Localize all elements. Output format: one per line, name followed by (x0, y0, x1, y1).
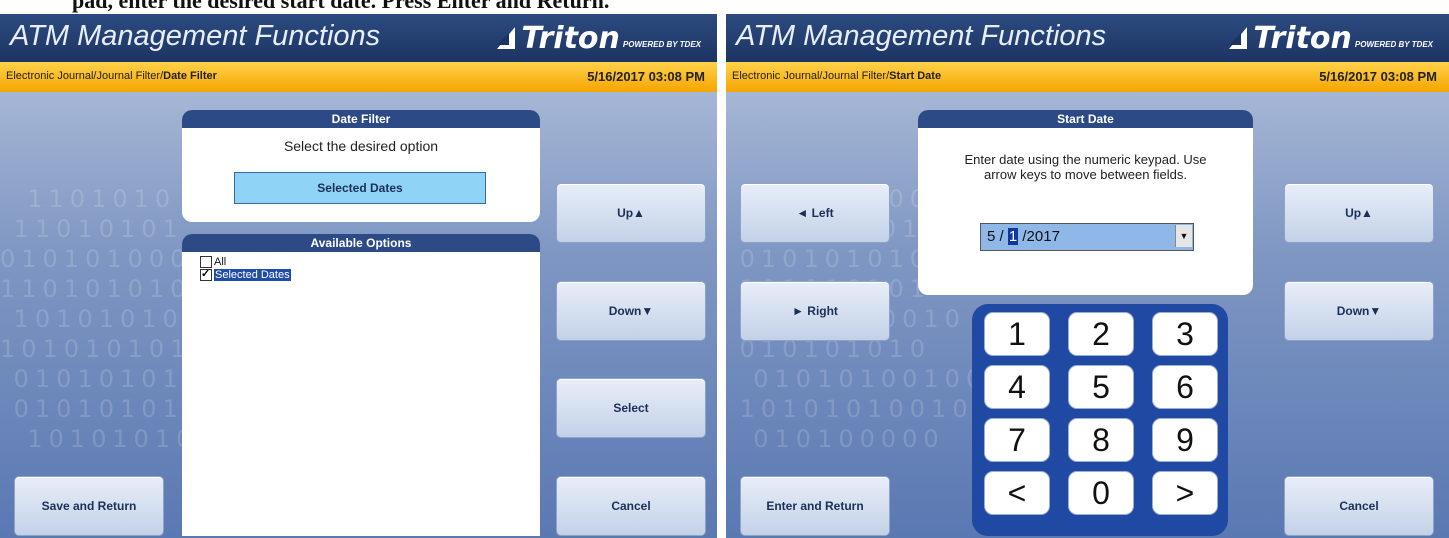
down-button[interactable]: Down▼ (1284, 281, 1434, 341)
date-day-active[interactable]: 1 (1007, 228, 1019, 245)
option-all-label: All (214, 256, 227, 268)
checkbox-selected-dates[interactable] (200, 267, 212, 281)
panel-prompt: Select the desired option (283, 138, 439, 154)
options-header: Available Options (182, 234, 540, 252)
triton-logo: Triton POWERED BY TDEX (495, 20, 701, 56)
triton-logo: Triton POWERED BY TDEX (1227, 20, 1433, 56)
breadcrumb: Electronic Journal/Journal Filter/Date F… (6, 70, 217, 82)
date-value: 5 / 1 /2017 (987, 228, 1060, 245)
selected-option-display[interactable]: Selected Dates (234, 172, 486, 204)
breadcrumb-current: Start Date (889, 70, 942, 82)
title-bar: ATM Management Functions Triton POWERED … (726, 14, 1449, 62)
triton-sail-icon (1229, 27, 1248, 49)
key-back[interactable]: < (984, 471, 1050, 515)
numeric-keypad: 1 2 3 4 5 6 7 8 9 < 0 > (972, 304, 1228, 536)
key-6[interactable]: 6 (1152, 365, 1218, 409)
breadcrumb-current: Date Filter (163, 70, 217, 82)
save-and-return-button[interactable]: Save and Return (14, 476, 164, 536)
key-0[interactable]: 0 (1068, 471, 1134, 515)
cancel-button[interactable]: Cancel (556, 476, 706, 536)
logo-powered-by: POWERED BY TDEX (622, 39, 701, 49)
breadcrumb-path: Electronic Journal/Journal Filter/ (732, 70, 890, 82)
breadcrumb-bar: Electronic Journal/Journal Filter/Start … (726, 62, 1449, 92)
start-date-panel: Start Date Enter date using the numeric … (918, 110, 1253, 295)
key-8[interactable]: 8 (1068, 418, 1134, 462)
start-date-field[interactable]: 5 / 1 /2017 ▼ (980, 223, 1194, 251)
key-5[interactable]: 5 (1068, 365, 1134, 409)
option-selected-dates[interactable]: Selected Dates (200, 267, 291, 281)
date-filter-panel: Date Filter Select the desired option Se… (182, 110, 540, 222)
page-title: ATM Management Functions (736, 20, 1107, 52)
key-4[interactable]: 4 (984, 365, 1050, 409)
up-button[interactable]: Up▲ (1284, 183, 1434, 243)
panel-header: Start Date (918, 110, 1253, 128)
date-time-display: 5/16/2017 03:08 PM (1319, 69, 1437, 84)
key-forward[interactable]: > (1152, 471, 1218, 515)
right-button[interactable]: ► Right (740, 281, 890, 341)
key-2[interactable]: 2 (1068, 312, 1134, 356)
down-button[interactable]: Down▼ (556, 281, 706, 341)
panel-prompt-line-2: arrow keys to move between fields. (983, 167, 1188, 182)
document-caption-fragment: pad, enter the desired start date. Press… (0, 0, 1449, 14)
key-1[interactable]: 1 (984, 312, 1050, 356)
logo-powered-by: POWERED BY TDEX (1354, 39, 1433, 49)
enter-and-return-button[interactable]: Enter and Return (740, 476, 890, 536)
breadcrumb-path: Electronic Journal/Journal Filter/ (6, 70, 164, 82)
title-bar: ATM Management Functions Triton POWERED … (0, 14, 717, 62)
breadcrumb: Electronic Journal/Journal Filter/Start … (732, 70, 941, 82)
date-filter-screen: 1101010 11010101 0101010001 11010101010 … (0, 14, 717, 538)
up-button[interactable]: Up▲ (556, 183, 706, 243)
date-time-display: 5/16/2017 03:08 PM (587, 69, 705, 84)
breadcrumb-bar: Electronic Journal/Journal Filter/Date F… (0, 62, 717, 92)
start-date-screen: 0101010001 110101010 0101010100 10101010… (726, 14, 1449, 538)
logo-brand: Triton (1253, 20, 1352, 56)
select-button[interactable]: Select (556, 378, 706, 438)
key-3[interactable]: 3 (1152, 312, 1218, 356)
available-options-panel: Available Options All Selected Dates (182, 234, 540, 536)
key-7[interactable]: 7 (984, 418, 1050, 462)
date-year: /2017 (1018, 228, 1060, 245)
dropdown-arrow-icon[interactable]: ▼ (1175, 225, 1192, 247)
triton-sail-icon (497, 27, 516, 49)
page-title: ATM Management Functions (10, 20, 381, 52)
panel-prompt-line-1: Enter date using the numeric keypad. Use (964, 152, 1207, 167)
document-caption: pad, enter the desired start date. Press… (72, 0, 610, 13)
cancel-button[interactable]: Cancel (1284, 476, 1434, 536)
left-button[interactable]: ◄ Left (740, 183, 890, 243)
key-9[interactable]: 9 (1152, 418, 1218, 462)
panel-header: Date Filter (182, 110, 540, 128)
option-selected-dates-label: Selected Dates (214, 269, 291, 281)
date-month: 5 / (987, 228, 1008, 245)
logo-brand: Triton (521, 20, 620, 56)
